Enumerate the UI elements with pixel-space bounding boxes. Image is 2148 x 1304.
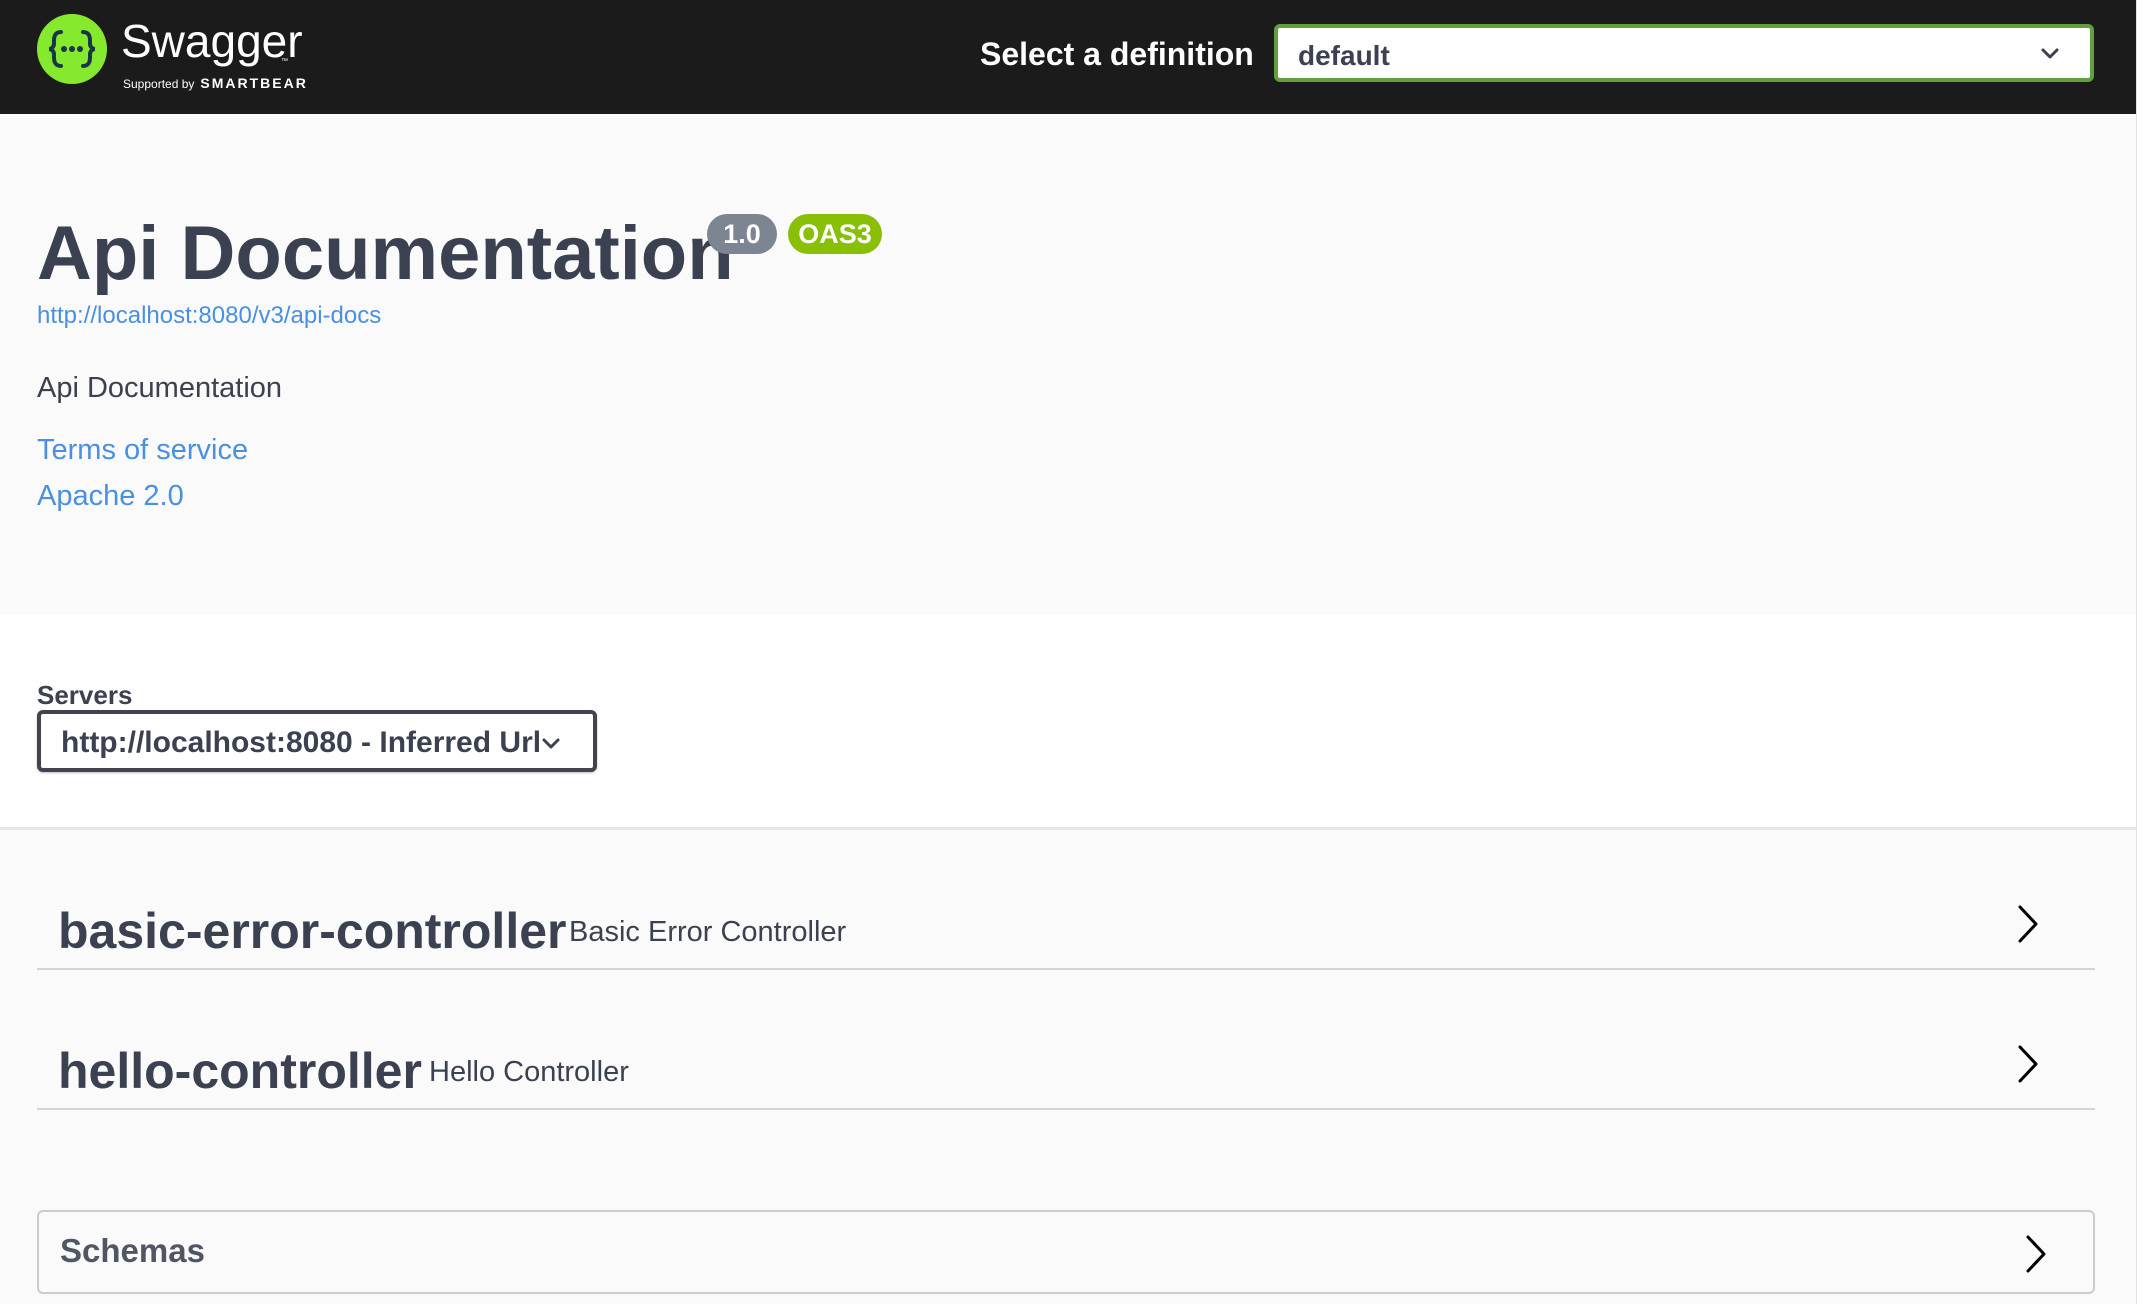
logo-supported-by: Supported by SMARTBEAR [123,76,308,92]
tag-section-basic-error-controller[interactable]: basic-error-controller Basic Error Contr… [37,830,2095,970]
logo-supported-text: Supported by [123,77,195,91]
version-badge: 1.0 [707,214,777,254]
oas-badge: OAS3 [788,214,882,254]
servers-section: Servers http://localhost:8080 - Inferred… [0,614,2136,830]
tag-section-hello-controller[interactable]: hello-controller Hello Controller [37,970,2095,1110]
logo-trademark: ™ [281,58,288,65]
tag-description: Hello Controller [429,1056,629,1088]
api-docs-link[interactable]: http://localhost:8080/v3/api-docs [37,302,381,330]
chevron-right-icon[interactable] [2023,1234,2049,1279]
tag-name: basic-error-controller [58,903,567,959]
definition-select-value: default [1298,40,1390,71]
tag-name: hello-controller [58,1043,422,1099]
server-select-value: http://localhost:8080 - Inferred Url [61,726,542,759]
terms-of-service-link[interactable]: Terms of service [37,434,248,467]
swagger-braces-icon [37,14,107,84]
api-description: Api Documentation [37,372,283,404]
page-title: Api Documentation [37,211,734,296]
window-edge [2136,0,2148,1304]
chevron-down-icon [539,732,563,761]
definition-label: Select a definition [980,36,1254,72]
swagger-logo[interactable]: Swagger ™ Supported by SMARTBEAR [37,14,337,100]
chevron-down-icon [2038,42,2062,71]
chevron-right-icon[interactable] [2015,1044,2041,1089]
info-section: Api Documentation 1.0 OAS3 http://localh… [0,114,2136,614]
operations-section: basic-error-controller Basic Error Contr… [0,830,2136,1304]
schemas-label: Schemas [60,1232,205,1269]
logo-wordmark: Swagger [121,15,303,67]
license-link[interactable]: Apache 2.0 [37,480,184,513]
servers-label: Servers [37,680,133,710]
chevron-right-icon[interactable] [2015,904,2041,949]
topbar: Swagger ™ Supported by SMARTBEAR Select a… [0,0,2136,114]
schemas-section[interactable]: Schemas [37,1210,2095,1294]
logo-brand-text: SMARTBEAR [200,75,308,91]
server-select[interactable]: http://localhost:8080 - Inferred Url [37,710,597,772]
definition-select[interactable]: default [1274,24,2094,82]
tag-description: Basic Error Controller [569,916,847,948]
